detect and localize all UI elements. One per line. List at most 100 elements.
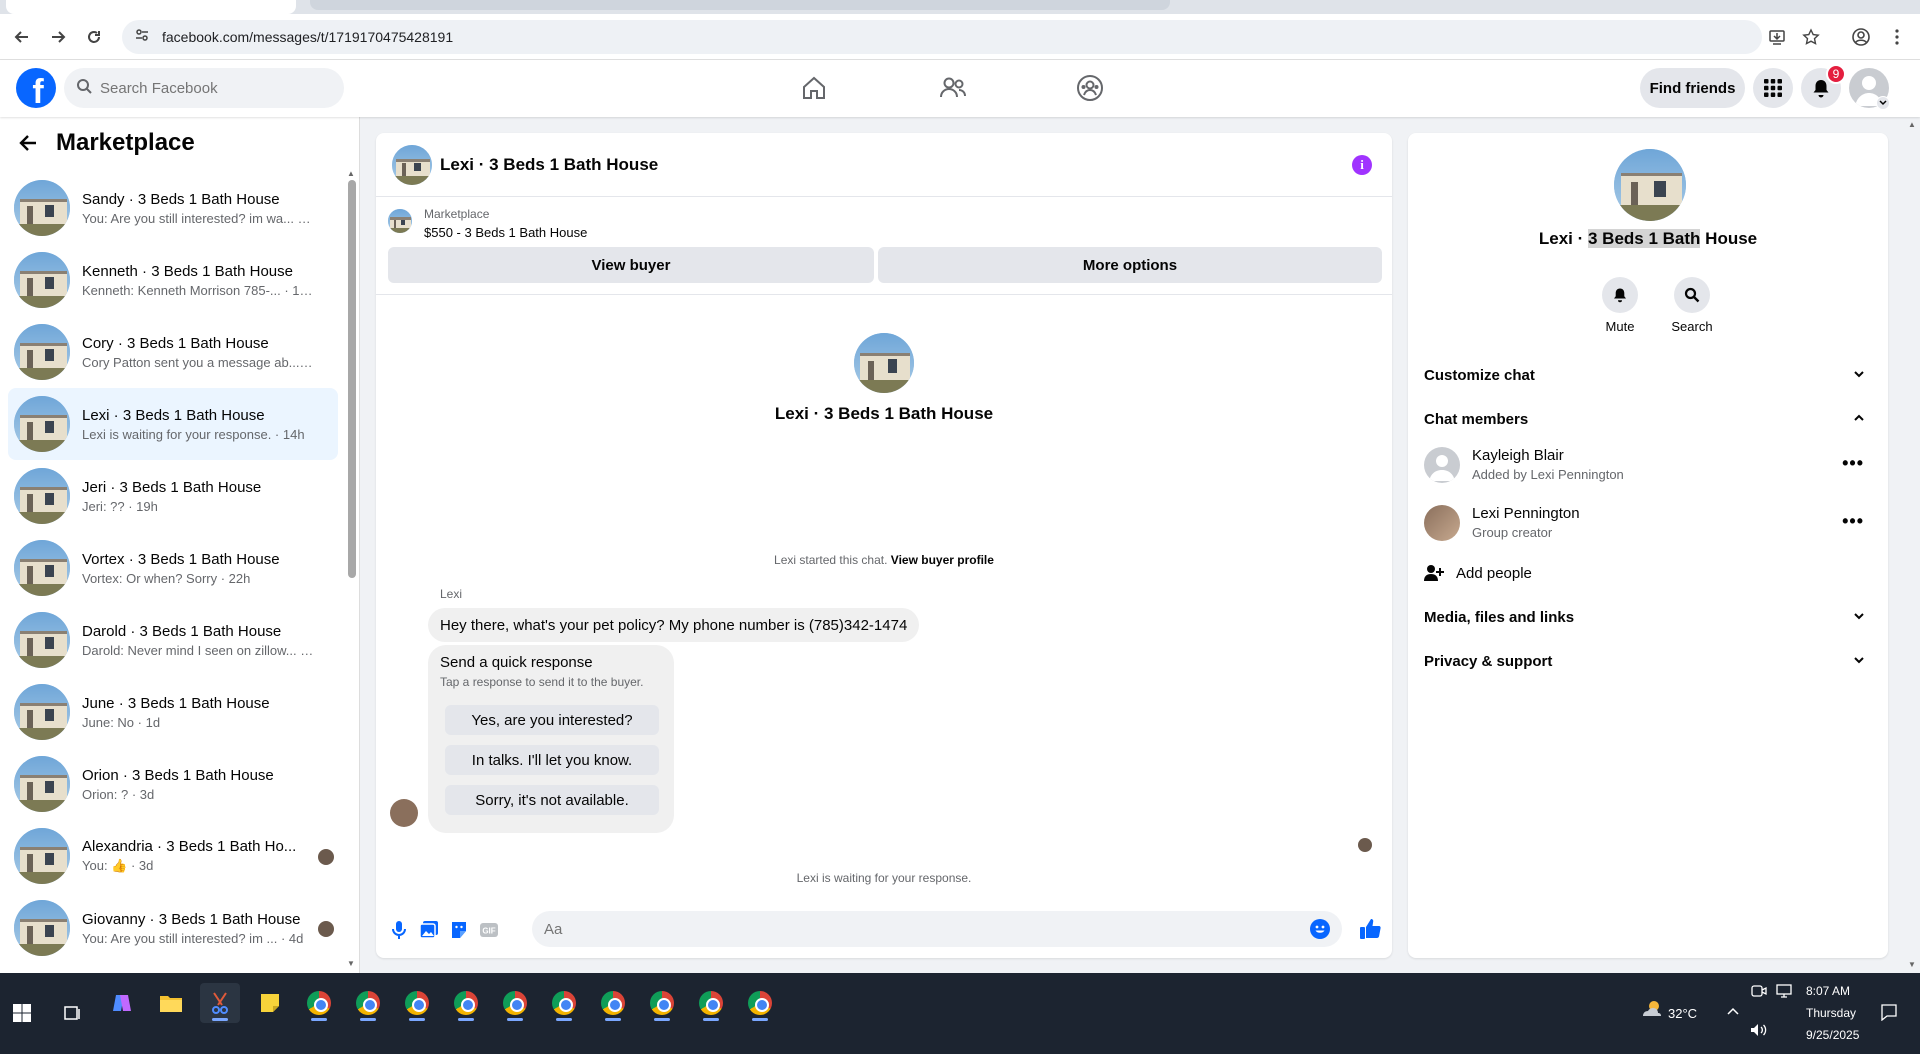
clock-date[interactable]: 9/25/2025 bbox=[1806, 1028, 1859, 1042]
meet-now-icon[interactable] bbox=[1751, 984, 1767, 1003]
chrome-profile-icon[interactable] bbox=[495, 983, 535, 1023]
site-info-icon[interactable] bbox=[134, 27, 150, 48]
clock-day[interactable]: Thursday bbox=[1806, 1006, 1856, 1020]
network-icon[interactable] bbox=[1776, 984, 1792, 1003]
chevron-down-icon bbox=[1852, 609, 1866, 627]
install-icon[interactable] bbox=[1762, 22, 1792, 52]
sticky-notes-icon[interactable] bbox=[250, 983, 290, 1023]
view-buyer-button[interactable]: View buyer bbox=[388, 247, 874, 283]
conversation-item[interactable]: June · 3 Beds 1 Bath House June: No · 1d bbox=[8, 676, 338, 748]
chrome-profile-icon[interactable] bbox=[691, 983, 731, 1023]
facebook-search[interactable] bbox=[64, 68, 344, 108]
sender-name: Lexi bbox=[440, 587, 463, 601]
add-people-button[interactable]: Add people bbox=[1424, 555, 1872, 591]
groups-icon[interactable] bbox=[1072, 70, 1108, 106]
chevron-up-icon[interactable] bbox=[1726, 1003, 1740, 1021]
conversation-item[interactable]: Jeri · 3 Beds 1 Bath House Jeri: ?? · 19h bbox=[8, 460, 338, 532]
more-options-icon[interactable]: ••• bbox=[1842, 453, 1864, 474]
details-title-prefix: Lexi · bbox=[1538, 229, 1588, 248]
chrome-icon[interactable] bbox=[299, 983, 339, 1023]
file-explorer-icon[interactable] bbox=[151, 983, 191, 1023]
conversation-name: Orion · 3 Beds 1 Bath House bbox=[82, 766, 274, 784]
friends-icon[interactable] bbox=[935, 70, 971, 106]
member-row[interactable]: Kayleigh Blair Added by Lexi Pennington … bbox=[1424, 439, 1872, 491]
like-thumb-icon[interactable] bbox=[1358, 917, 1382, 941]
task-view-icon[interactable] bbox=[52, 993, 92, 1033]
conversation-preview: Cory Patton sent you a message ab... · 4… bbox=[82, 354, 314, 370]
message-input[interactable] bbox=[544, 920, 1304, 938]
privacy-support-section[interactable]: Privacy & support bbox=[1424, 643, 1872, 679]
active-app-indicator bbox=[703, 1018, 719, 1021]
scroll-down-arrow-icon[interactable]: ▼ bbox=[347, 959, 355, 968]
customize-chat-section[interactable]: Customize chat bbox=[1424, 357, 1872, 393]
more-options-icon[interactable]: ••• bbox=[1842, 511, 1864, 532]
copilot-icon[interactable] bbox=[102, 983, 142, 1023]
gif-icon[interactable]: GIF bbox=[478, 919, 500, 941]
conversation-item[interactable]: Alexandria · 3 Beds 1 Bath Ho... You: 👍 ·… bbox=[8, 820, 338, 892]
conversation-item[interactable]: Orion · 3 Beds 1 Bath House Orion: ? · 3d bbox=[8, 748, 338, 820]
bookmark-star-icon[interactable] bbox=[1796, 22, 1826, 52]
view-buyer-profile-link[interactable]: View buyer profile bbox=[891, 553, 994, 567]
chrome-profile-icon[interactable] bbox=[397, 983, 437, 1023]
chat-avatar[interactable] bbox=[392, 145, 432, 185]
account-chevron-icon[interactable] bbox=[1876, 96, 1890, 110]
back-arrow-icon[interactable] bbox=[4, 19, 40, 55]
listing-price[interactable]: $550 - 3 Beds 1 Bath House bbox=[424, 225, 587, 240]
home-icon[interactable] bbox=[796, 70, 832, 106]
search-input[interactable] bbox=[100, 79, 320, 97]
conversation-item[interactable]: Cory · 3 Beds 1 Bath House Cory Patton se… bbox=[8, 316, 338, 388]
microphone-icon[interactable] bbox=[388, 919, 410, 941]
browser-tab-active[interactable] bbox=[6, 0, 296, 14]
conversation-item[interactable]: Vortex · 3 Beds 1 Bath House Vortex: Or w… bbox=[8, 532, 338, 604]
find-friends-button[interactable]: Find friends bbox=[1640, 68, 1745, 108]
reload-icon[interactable] bbox=[76, 19, 112, 55]
address-bar[interactable]: facebook.com/messages/t/1719170475428191 bbox=[122, 20, 1762, 54]
info-icon[interactable]: i bbox=[1352, 155, 1372, 175]
sender-avatar[interactable] bbox=[390, 799, 418, 827]
weather-icon[interactable] bbox=[1640, 999, 1662, 1024]
sidebar-scrollbar[interactable] bbox=[348, 180, 356, 578]
more-options-button[interactable]: More options bbox=[878, 247, 1382, 283]
profile-icon[interactable] bbox=[1846, 22, 1876, 52]
chrome-profile-icon[interactable] bbox=[446, 983, 486, 1023]
quick-response-yes-button[interactable]: Yes, are you interested? bbox=[445, 705, 659, 735]
volume-icon[interactable] bbox=[1750, 1023, 1768, 1042]
conversation-item[interactable]: Sandy · 3 Beds 1 Bath House You: Are you … bbox=[8, 172, 338, 244]
chrome-profile-icon[interactable] bbox=[740, 983, 780, 1023]
photo-icon[interactable] bbox=[418, 919, 440, 941]
search-chat-button[interactable]: Search bbox=[1662, 277, 1722, 334]
active-app-indicator bbox=[458, 1018, 474, 1021]
forward-arrow-icon[interactable] bbox=[40, 19, 76, 55]
chrome-profile-icon[interactable] bbox=[348, 983, 388, 1023]
member-row[interactable]: Lexi Pennington Group creator ••• bbox=[1424, 497, 1872, 549]
quick-response-not-available-button[interactable]: Sorry, it's not available. bbox=[445, 785, 659, 815]
clock-time[interactable]: 8:07 AM bbox=[1806, 984, 1850, 998]
back-arrow-icon[interactable] bbox=[18, 133, 38, 159]
notification-center-icon[interactable] bbox=[1880, 1003, 1898, 1026]
facebook-logo[interactable]: f bbox=[16, 68, 56, 108]
chat-title[interactable]: Lexi · 3 Beds 1 Bath House bbox=[440, 155, 658, 175]
conversation-item[interactable]: Lexi · 3 Beds 1 Bath House Lexi is waitin… bbox=[8, 388, 338, 460]
mute-button[interactable]: Mute bbox=[1590, 277, 1650, 334]
chrome-profile-icon[interactable] bbox=[593, 983, 633, 1023]
windows-start-icon[interactable] bbox=[2, 993, 42, 1033]
conversation-item[interactable]: Darold · 3 Beds 1 Bath House Darold: Neve… bbox=[8, 604, 338, 676]
page-scroll-up-arrow-icon[interactable]: ▲ bbox=[1908, 120, 1916, 129]
scroll-up-arrow-icon[interactable]: ▲ bbox=[347, 169, 355, 178]
sticker-icon[interactable] bbox=[448, 919, 470, 941]
conversation-item[interactable]: Giovanny · 3 Beds 1 Bath House You: Are y… bbox=[8, 892, 338, 964]
chrome-profile-icon[interactable] bbox=[642, 983, 682, 1023]
message-bubble[interactable]: Hey there, what's your pet policy? My ph… bbox=[428, 608, 920, 642]
media-files-section[interactable]: Media, files and links bbox=[1424, 599, 1872, 635]
snipping-tool-icon[interactable] bbox=[200, 983, 240, 1023]
kebab-menu-icon[interactable] bbox=[1882, 22, 1912, 52]
quick-response-in-talks-button[interactable]: In talks. I'll let you know. bbox=[445, 745, 659, 775]
chrome-profile-icon[interactable] bbox=[544, 983, 584, 1023]
conversation-item[interactable]: Kenneth · 3 Beds 1 Bath House Kenneth: Ke… bbox=[8, 244, 338, 316]
emoji-icon[interactable] bbox=[1310, 919, 1330, 939]
chat-members-section[interactable]: Chat members bbox=[1424, 401, 1872, 437]
page-scroll-down-arrow-icon[interactable]: ▼ bbox=[1908, 960, 1916, 969]
menu-grid-icon[interactable] bbox=[1753, 68, 1793, 108]
details-avatar[interactable] bbox=[1614, 149, 1686, 221]
temperature-text[interactable]: 32°C bbox=[1668, 1006, 1697, 1021]
